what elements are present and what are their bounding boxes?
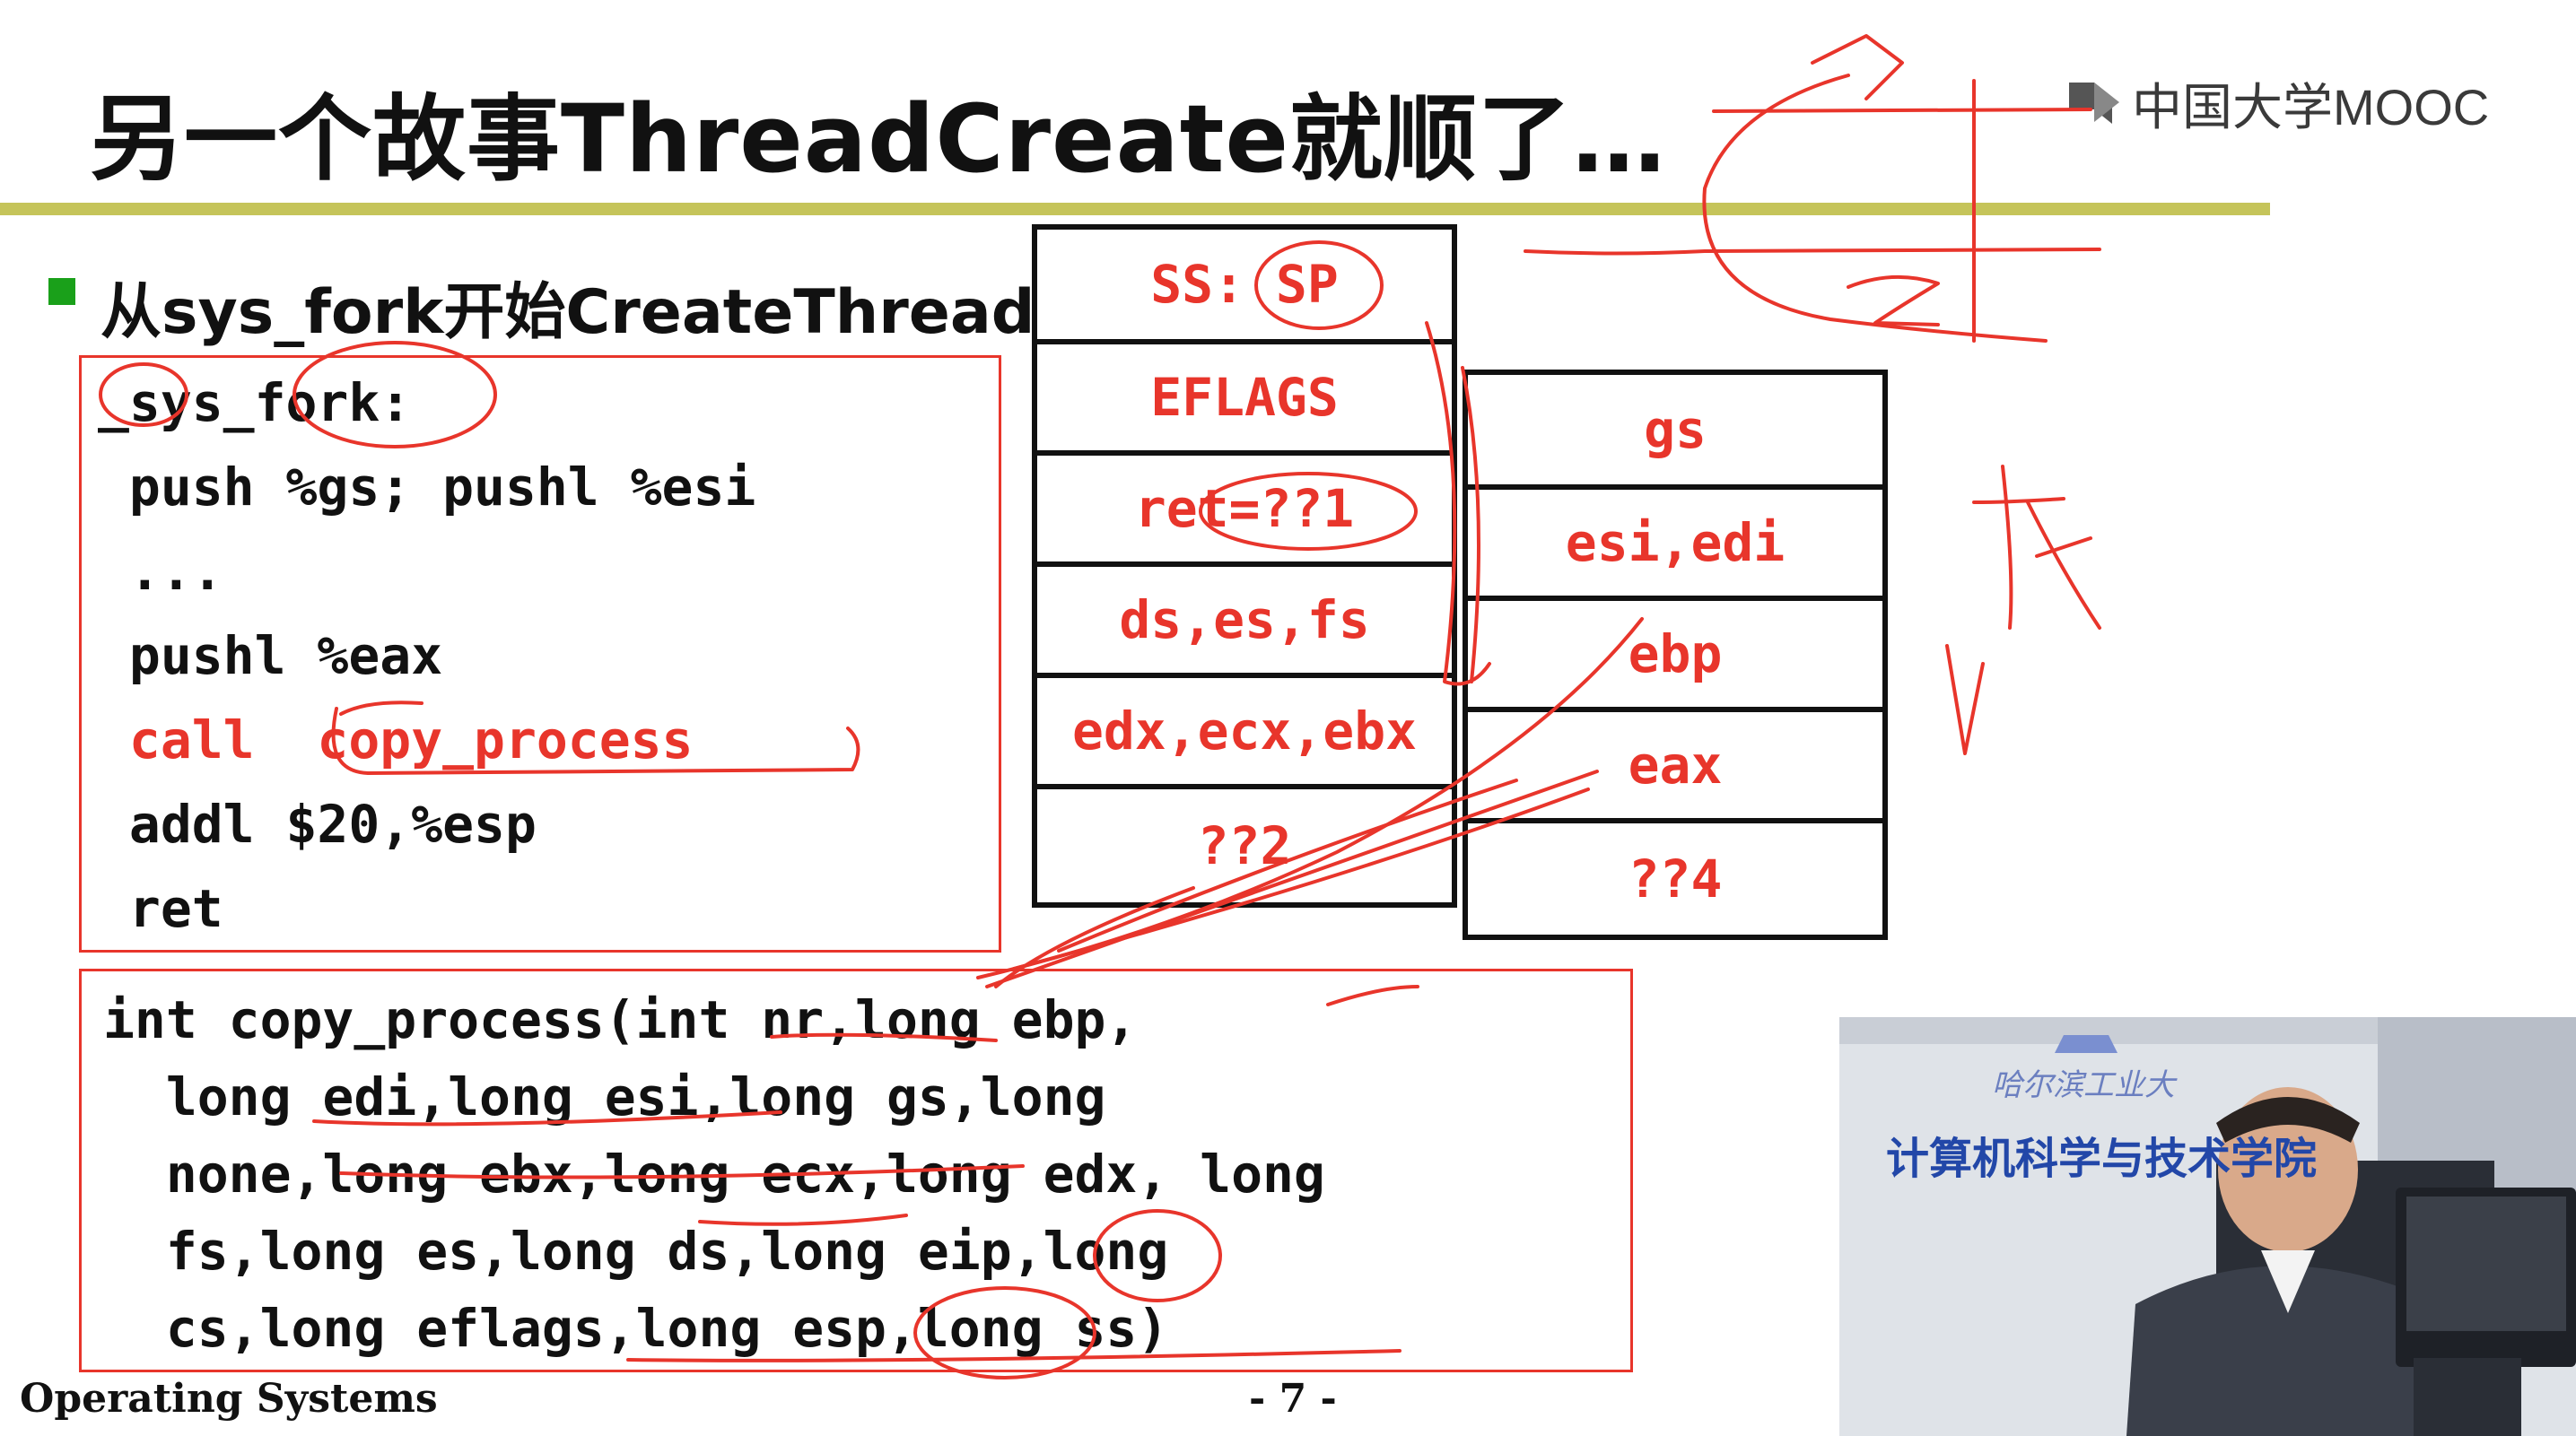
ink-annotations <box>99 34 2101 1379</box>
